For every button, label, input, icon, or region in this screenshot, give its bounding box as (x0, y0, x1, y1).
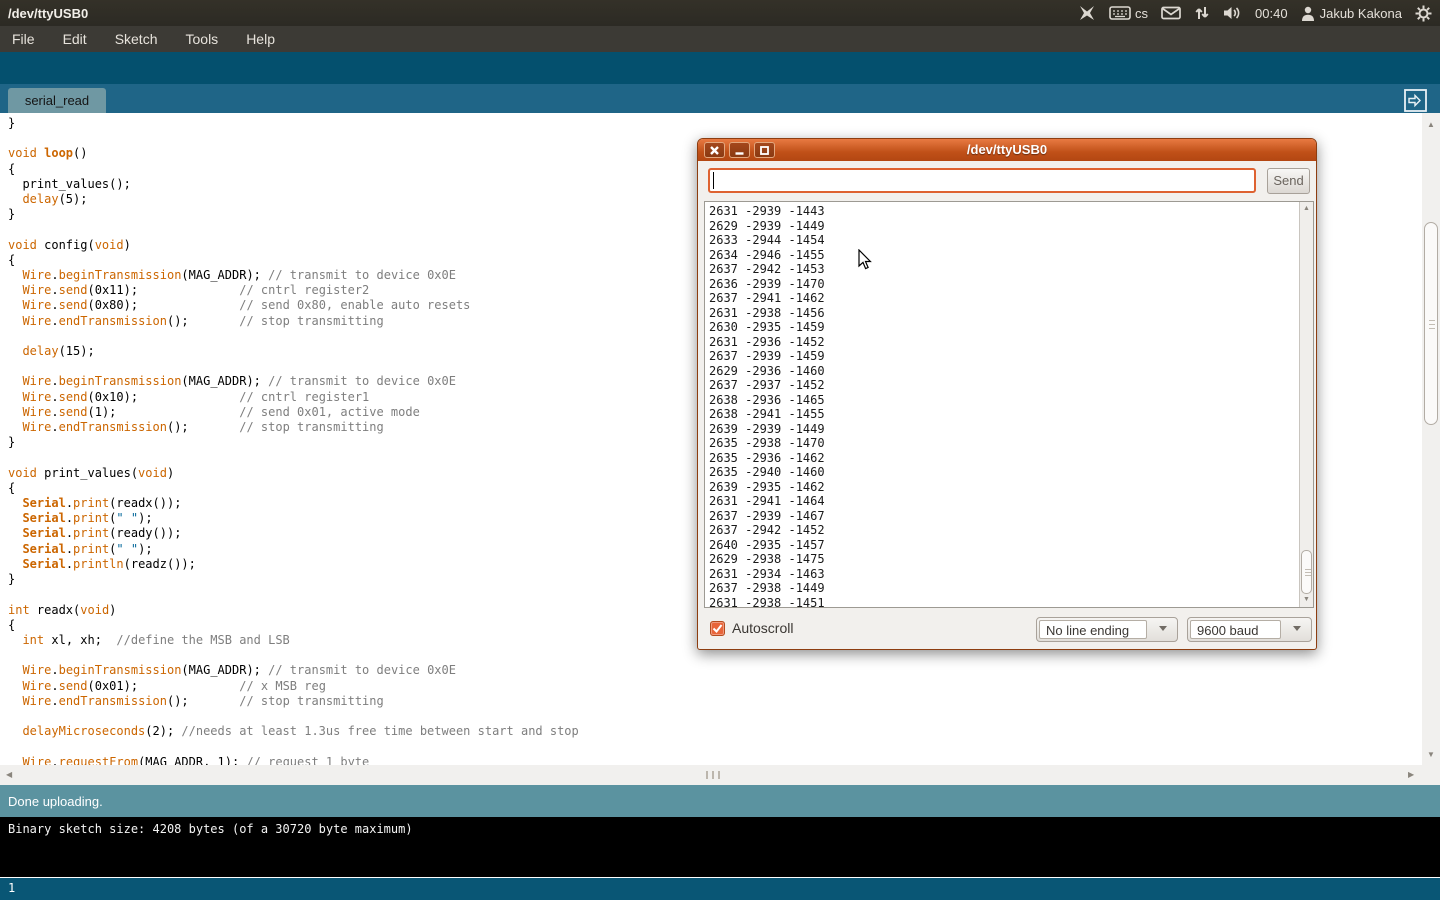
ide-toolbar (0, 52, 1440, 84)
line-number-bar: 1 (0, 878, 1440, 900)
editor-horizontal-scrollbar[interactable]: ◀ ▶ (0, 765, 1440, 785)
user-icon (1301, 6, 1315, 21)
serial-row: 2634 -2946 -1455 (709, 248, 825, 263)
menu-sketch[interactable]: Sketch (105, 27, 168, 51)
serial-row: 2639 -2939 -1449 (709, 422, 825, 437)
serial-row: 2637 -2942 -1452 (709, 523, 825, 538)
line-ending-value: No line ending (1039, 620, 1147, 639)
system-tray: cs 00:40 Jakub Kakona (1078, 5, 1432, 22)
serial-row: 2631 -2938 -1451 (709, 596, 825, 609)
mail-icon[interactable] (1161, 6, 1181, 20)
autoscroll-checkbox[interactable] (710, 621, 725, 636)
serial-row: 2631 -2936 -1452 (709, 335, 825, 350)
console-text: Binary sketch size: 4208 bytes (of a 307… (8, 822, 413, 836)
check-icon (711, 622, 724, 635)
scroll-left-arrow[interactable]: ◀ (6, 771, 12, 779)
serial-output: 2631 -2939 -14432629 -2939 -14492633 -29… (709, 204, 825, 608)
serial-input[interactable] (708, 168, 1256, 193)
serial-monitor-window: /dev/ttyUSB0 Send 2631 -2939 -14432629 -… (697, 138, 1317, 650)
serial-row: 2631 -2941 -1464 (709, 494, 825, 509)
serial-row: 2630 -2935 -1459 (709, 320, 825, 335)
serial-row: 2637 -2937 -1452 (709, 378, 825, 393)
serial-row: 2637 -2941 -1462 (709, 291, 825, 306)
tab-menu-button[interactable] (1404, 89, 1427, 112)
serial-row: 2631 -2938 -1456 (709, 306, 825, 321)
autoscroll-label[interactable]: Autoscroll (732, 620, 793, 636)
serial-scroll-down-arrow[interactable]: ▼ (1303, 596, 1310, 604)
build-console: Binary sketch size: 4208 bytes (of a 307… (0, 817, 1440, 877)
serial-row: 2629 -2938 -1475 (709, 552, 825, 567)
serial-row: 2635 -2936 -1462 (709, 451, 825, 466)
serial-row: 2637 -2938 -1449 (709, 581, 825, 596)
chevron-down-icon (1159, 626, 1167, 631)
scroll-down-arrow[interactable]: ▼ (1427, 751, 1435, 759)
menu-help[interactable]: Help (236, 27, 285, 51)
serial-scrollbar[interactable]: ▲ ▼ (1299, 202, 1313, 607)
line-indicator: 1 (8, 881, 15, 895)
serial-row: 2638 -2941 -1455 (709, 407, 825, 422)
serial-row: 2637 -2942 -1453 (709, 262, 825, 277)
keyboard-icon[interactable] (1109, 6, 1131, 20)
serial-row: 2637 -2939 -1467 (709, 509, 825, 524)
tab-serial-read[interactable]: serial_read (8, 88, 106, 113)
baud-rate-dropdown[interactable]: 9600 baud (1187, 617, 1312, 642)
tab-bar: serial_read (0, 84, 1440, 113)
menu-file[interactable]: File (2, 27, 45, 51)
serial-row: 2637 -2939 -1459 (709, 349, 825, 364)
code-area[interactable]: } void loop(){ print_values(); delay(5);… (8, 116, 579, 765)
serial-row: 2629 -2939 -1449 (709, 219, 825, 234)
serial-row: 2631 -2934 -1463 (709, 567, 825, 582)
send-button[interactable]: Send (1267, 168, 1310, 194)
clock[interactable]: 00:40 (1255, 6, 1288, 21)
serial-monitor-title: /dev/ttyUSB0 (698, 142, 1316, 157)
status-text: Done uploading. (8, 794, 103, 809)
chevron-down-icon (1293, 626, 1301, 631)
dropbox-icon[interactable] (1078, 5, 1096, 21)
serial-row: 2631 -2939 -1443 (709, 204, 825, 219)
serial-row: 2629 -2936 -1460 (709, 364, 825, 379)
keyboard-layout-indicator[interactable]: cs (1135, 6, 1148, 21)
serial-scrollbar-thumb[interactable] (1301, 550, 1312, 594)
serial-row: 2635 -2938 -1470 (709, 436, 825, 451)
menu-bar: File Edit Sketch Tools Help (0, 26, 1440, 52)
baud-rate-value: 9600 baud (1190, 620, 1281, 639)
serial-row: 2633 -2944 -1454 (709, 233, 825, 248)
serial-monitor-titlebar[interactable]: /dev/ttyUSB0 (698, 139, 1316, 161)
serial-row: 2640 -2935 -1457 (709, 538, 825, 553)
menu-tools[interactable]: Tools (176, 27, 229, 51)
desktop-panel: /dev/ttyUSB0 cs 00:40 (0, 0, 1440, 26)
status-bar: Done uploading. (0, 785, 1440, 817)
menu-edit[interactable]: Edit (53, 27, 97, 51)
serial-scroll-up-arrow[interactable]: ▲ (1303, 205, 1310, 213)
volume-icon[interactable] (1223, 5, 1242, 21)
network-updown-icon[interactable] (1194, 5, 1210, 21)
editor-scrollbar-thumb[interactable] (1424, 222, 1438, 425)
serial-row: 2635 -2940 -1460 (709, 465, 825, 480)
focused-window-title: /dev/ttyUSB0 (8, 6, 88, 21)
scroll-up-arrow[interactable]: ▲ (1427, 121, 1435, 129)
serial-row: 2639 -2935 -1462 (709, 480, 825, 495)
serial-row: 2636 -2939 -1470 (709, 277, 825, 292)
line-ending-dropdown[interactable]: No line ending (1036, 617, 1178, 642)
scroll-right-arrow[interactable]: ▶ (1408, 771, 1414, 779)
serial-row: 2638 -2936 -1465 (709, 393, 825, 408)
text-caret (713, 172, 714, 189)
mouse-cursor (858, 249, 873, 271)
editor-vertical-scrollbar[interactable]: ▲ ▼ (1422, 113, 1440, 765)
session-gear-icon[interactable] (1415, 5, 1432, 22)
username[interactable]: Jakub Kakona (1320, 6, 1402, 21)
serial-output-area[interactable]: 2631 -2939 -14432629 -2939 -14492633 -29… (704, 201, 1314, 608)
tab-label: serial_read (25, 93, 89, 108)
